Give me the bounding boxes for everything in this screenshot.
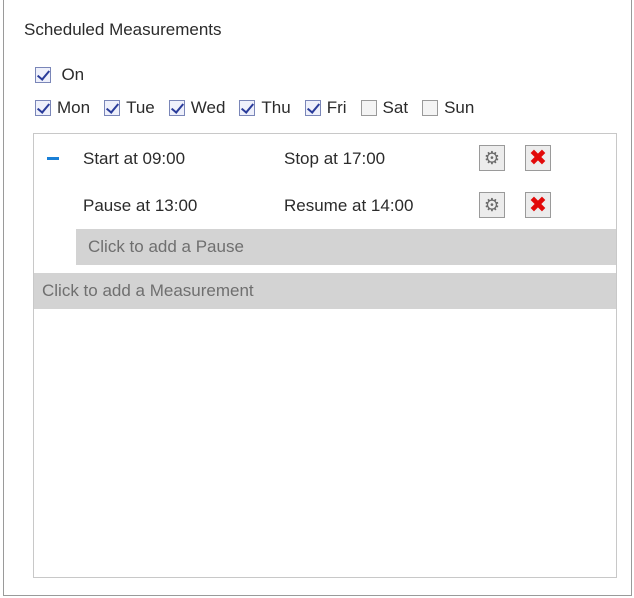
pause-row: Pause at 13:00 Resume at 14:00 ⚙ ✖	[34, 188, 616, 222]
on-checkbox[interactable]: On	[35, 65, 84, 85]
day-checkbox-wed[interactable]: Wed	[168, 98, 226, 118]
add-pause-button[interactable]: Click to add a Pause	[76, 229, 616, 265]
day-label: Thu	[261, 98, 291, 117]
day-label: Mon	[57, 98, 91, 117]
weekday-checkboxes: Mon Tue Wed Thu Fri Sat Sun	[35, 98, 474, 118]
checkbox-box[interactable]	[104, 100, 121, 116]
close-icon[interactable]: ✖	[525, 192, 551, 218]
day-checkbox-sat[interactable]: Sat	[360, 98, 409, 118]
day-label: Wed	[190, 98, 226, 117]
checkbox-box[interactable]	[304, 100, 321, 116]
day-label: Sat	[382, 98, 409, 117]
day-checkbox-fri[interactable]: Fri	[304, 98, 347, 118]
gear-icon[interactable]: ⚙	[479, 192, 505, 218]
day-label: Fri	[326, 98, 347, 117]
group-title: Scheduled Measurements	[24, 20, 222, 39]
stop-time: Stop at 17:00	[284, 149, 386, 168]
day-checkbox-thu[interactable]: Thu	[239, 98, 291, 118]
on-checkbox-box[interactable]	[35, 67, 51, 83]
add-measurement-button[interactable]: Click to add a Measurement	[34, 273, 616, 309]
close-icon[interactable]: ✖	[525, 145, 551, 171]
gear-icon[interactable]: ⚙	[479, 145, 505, 171]
checkbox-box[interactable]	[360, 100, 377, 116]
collapse-minus-icon[interactable]	[47, 157, 59, 160]
resume-time: Resume at 14:00	[284, 196, 414, 215]
pause-time: Pause at 13:00	[83, 196, 198, 215]
day-label: Tue	[126, 98, 155, 117]
checkbox-box[interactable]	[239, 100, 256, 116]
day-label: Sun	[444, 98, 475, 117]
checkbox-box[interactable]	[35, 100, 51, 116]
on-checkbox-label: On	[61, 65, 85, 84]
scheduled-measurements-group: Scheduled Measurements On Mon Tue Wed Th…	[3, 0, 632, 596]
day-checkbox-tue[interactable]: Tue	[104, 98, 155, 118]
checkbox-box[interactable]	[422, 100, 439, 116]
day-checkbox-sun[interactable]: Sun	[422, 98, 474, 118]
measurement-list: Start at 09:00 Stop at 17:00 ⚙ ✖ Pause a…	[33, 133, 617, 578]
checkbox-box[interactable]	[168, 100, 185, 116]
start-time: Start at 09:00	[83, 149, 186, 168]
day-checkbox-mon[interactable]: Mon	[35, 98, 90, 118]
measurement-row: Start at 09:00 Stop at 17:00 ⚙ ✖	[34, 141, 616, 175]
